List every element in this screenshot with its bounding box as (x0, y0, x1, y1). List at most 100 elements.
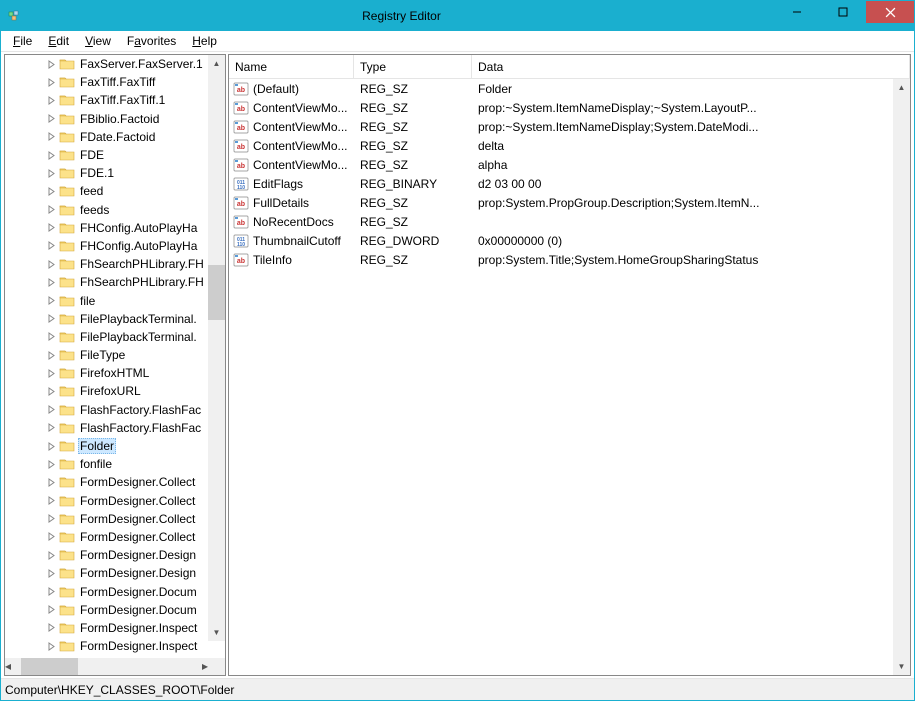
tree-item[interactable]: FDE (5, 146, 209, 164)
list-row[interactable]: abTileInfoREG_SZprop:System.Title;System… (229, 250, 910, 269)
expand-icon[interactable] (45, 495, 57, 507)
tree-item[interactable]: feeds (5, 201, 209, 219)
expand-icon[interactable] (45, 204, 57, 216)
expand-icon[interactable] (45, 58, 57, 70)
expand-icon[interactable] (45, 476, 57, 488)
expand-icon[interactable] (45, 604, 57, 616)
tree-item[interactable]: FhSearchPHLibrary.FH (5, 255, 209, 273)
tree-item[interactable]: feed (5, 182, 209, 200)
list-row[interactable]: 011110EditFlagsREG_BINARYd2 03 00 00 (229, 174, 910, 193)
menu-file[interactable]: File (5, 32, 40, 50)
hscroll-track[interactable] (11, 658, 202, 675)
expand-icon[interactable] (45, 240, 57, 252)
list-row[interactable]: abContentViewMo...REG_SZprop:~System.Ite… (229, 117, 910, 136)
tree-item[interactable]: FhSearchPHLibrary.FH (5, 273, 209, 291)
expand-icon[interactable] (45, 131, 57, 143)
expand-icon[interactable] (45, 331, 57, 343)
expand-icon[interactable] (45, 422, 57, 434)
scroll-up-button[interactable]: ▲ (893, 79, 910, 96)
list-row[interactable]: abContentViewMo...REG_SZalpha (229, 155, 910, 174)
expand-icon[interactable] (45, 295, 57, 307)
tree-item[interactable]: FlashFactory.FlashFac (5, 401, 209, 419)
tree-item[interactable]: FormDesigner.Collect (5, 528, 209, 546)
list-row[interactable]: 011110ThumbnailCutoffREG_DWORD0x00000000… (229, 231, 910, 250)
expand-icon[interactable] (45, 640, 57, 652)
tree-item[interactable]: FHConfig.AutoPlayHa (5, 237, 209, 255)
list-row[interactable]: abContentViewMo...REG_SZprop:~System.Ite… (229, 98, 910, 117)
scroll-up-button[interactable]: ▲ (208, 55, 225, 72)
tree-item[interactable]: FirefoxHTML (5, 364, 209, 382)
expand-icon[interactable] (45, 222, 57, 234)
tree-body[interactable]: FaxServer.FaxServer.1FaxTiff.FaxTiffFaxT… (5, 55, 225, 658)
tree-item[interactable]: FaxTiff.FaxTiff (5, 73, 209, 91)
expand-icon[interactable] (45, 440, 57, 452)
expand-icon[interactable] (45, 313, 57, 325)
expand-icon[interactable] (45, 586, 57, 598)
tree-item[interactable]: file (5, 291, 209, 309)
tree-item[interactable]: FBiblio.Factoid (5, 110, 209, 128)
menu-view[interactable]: View (77, 32, 119, 50)
scroll-down-button[interactable]: ▼ (208, 624, 225, 641)
tree-item[interactable]: FHConfig.AutoPlayHa (5, 219, 209, 237)
tree-item[interactable]: FirefoxURL (5, 382, 209, 400)
expand-icon[interactable] (45, 349, 57, 361)
scroll-track[interactable] (893, 96, 910, 658)
list-row[interactable]: abFullDetailsREG_SZprop:System.PropGroup… (229, 193, 910, 212)
list-row[interactable]: ab(Default)REG_SZFolder (229, 79, 910, 98)
menu-edit[interactable]: Edit (40, 32, 77, 50)
column-header-type[interactable]: Type (354, 55, 472, 78)
tree-item[interactable]: FormDesigner.Design (5, 546, 209, 564)
minimize-button[interactable] (774, 1, 820, 23)
tree-vscrollbar[interactable]: ▲ ▼ (208, 55, 225, 641)
tree-item[interactable]: FormDesigner.Inspect (5, 637, 209, 655)
list-body[interactable]: ab(Default)REG_SZFolderabContentViewMo..… (229, 79, 910, 675)
tree-item[interactable]: FormDesigner.Design (5, 564, 209, 582)
expand-icon[interactable] (45, 404, 57, 416)
tree-item[interactable]: FormDesigner.Collect (5, 473, 209, 491)
tree-item[interactable]: fonfile (5, 455, 209, 473)
expand-icon[interactable] (45, 185, 57, 197)
scroll-track[interactable] (208, 72, 225, 624)
tree-item[interactable]: FDate.Factoid (5, 128, 209, 146)
tree-item[interactable]: FormDesigner.Docum (5, 601, 209, 619)
menu-favorites[interactable]: Favorites (119, 32, 184, 50)
expand-icon[interactable] (45, 276, 57, 288)
expand-icon[interactable] (45, 258, 57, 270)
tree-item[interactable]: Folder (5, 437, 209, 455)
hscroll-thumb[interactable] (21, 658, 78, 675)
expand-icon[interactable] (45, 94, 57, 106)
expand-icon[interactable] (45, 513, 57, 525)
tree-hscrollbar[interactable]: ◀ ▶ (5, 658, 225, 675)
expand-icon[interactable] (45, 458, 57, 470)
expand-icon[interactable] (45, 167, 57, 179)
list-vscrollbar[interactable]: ▲ ▼ (893, 79, 910, 675)
expand-icon[interactable] (45, 113, 57, 125)
tree-item[interactable]: FaxTiff.FaxTiff.1 (5, 91, 209, 109)
expand-icon[interactable] (45, 149, 57, 161)
expand-icon[interactable] (45, 76, 57, 88)
column-header-data[interactable]: Data (472, 55, 910, 78)
tree-item[interactable]: FDE.1 (5, 164, 209, 182)
tree-item[interactable]: FilePlaybackTerminal. (5, 328, 209, 346)
tree-item[interactable]: FaxServer.FaxServer.1 (5, 55, 209, 73)
scroll-thumb[interactable] (208, 265, 225, 320)
tree-item[interactable]: FilePlaybackTerminal. (5, 310, 209, 328)
tree-item[interactable]: FormDesigner.Collect (5, 492, 209, 510)
expand-icon[interactable] (45, 567, 57, 579)
expand-icon[interactable] (45, 622, 57, 634)
tree-item[interactable]: FormDesigner.Inspect (5, 619, 209, 637)
maximize-button[interactable] (820, 1, 866, 23)
expand-icon[interactable] (45, 367, 57, 379)
expand-icon[interactable] (45, 549, 57, 561)
scroll-down-button[interactable]: ▼ (893, 658, 910, 675)
tree-item[interactable]: FlashFactory.FlashFac (5, 419, 209, 437)
expand-icon[interactable] (45, 385, 57, 397)
tree-item[interactable]: FormDesigner.Collect (5, 510, 209, 528)
close-button[interactable] (866, 1, 914, 23)
titlebar[interactable]: Registry Editor (1, 1, 914, 31)
menu-help[interactable]: Help (184, 32, 225, 50)
expand-icon[interactable] (45, 531, 57, 543)
list-row[interactable]: abContentViewMo...REG_SZdelta (229, 136, 910, 155)
tree-item[interactable]: FormDesigner.Docum (5, 582, 209, 600)
tree-item[interactable]: FileType (5, 346, 209, 364)
